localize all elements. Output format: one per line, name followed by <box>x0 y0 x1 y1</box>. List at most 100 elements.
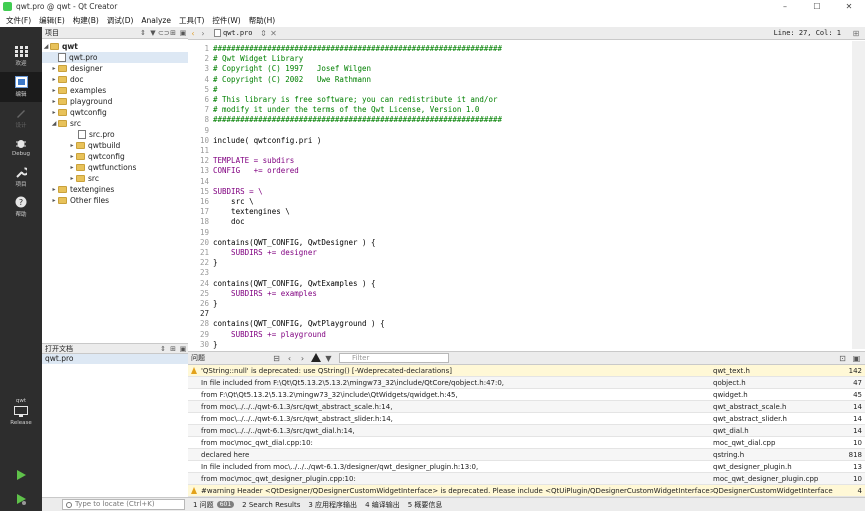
tree-item[interactable]: ◢ qwt <box>42 41 188 52</box>
next-arrow-icon[interactable]: › <box>296 354 309 363</box>
editor-scrollbar[interactable] <box>852 41 865 349</box>
tree-item[interactable]: ▸ examples <box>42 85 188 96</box>
expand-arrow-icon[interactable]: ▸ <box>50 65 58 72</box>
tab-compile-output[interactable]: 4 编译输出 <box>365 500 400 510</box>
open-documents-title: 打开文档 <box>45 344 73 353</box>
issue-row[interactable]: from moc\../../../qwt-6.1.3/src/qwt_abst… <box>188 413 865 425</box>
issue-row[interactable]: declared here qstring.h 818 <box>188 449 865 461</box>
issue-description: from moc\../../../qwt-6.1.3/src/qwt_abst… <box>201 414 393 423</box>
expand-arrow-icon[interactable]: ▸ <box>50 109 58 116</box>
expand-arrow-icon[interactable]: ▸ <box>68 164 76 171</box>
forward-arrow-icon[interactable]: › <box>198 29 208 38</box>
split-editor-icon[interactable]: ⊞ <box>851 29 861 38</box>
mode-welcome[interactable]: 欢迎 <box>0 41 42 71</box>
tab-application-output[interactable]: 3 应用程序输出 <box>308 500 357 510</box>
menu-file[interactable]: 文件(F) <box>2 15 35 26</box>
cursor-position[interactable]: Line: 27, Col: 1 <box>774 29 841 37</box>
tree-item[interactable]: ▸ Other files <box>42 195 188 206</box>
issue-row[interactable]: from moc\moc_qwt_designer_plugin.cpp:10:… <box>188 473 865 485</box>
mode-projects[interactable]: 项目 <box>0 162 42 192</box>
panel-close-icon[interactable]: ▣ <box>850 354 863 363</box>
menu-help[interactable]: 帮助(H) <box>245 15 280 26</box>
run-button[interactable] <box>0 463 42 487</box>
kit-selector[interactable]: qwt Release <box>0 389 42 433</box>
close-icon[interactable]: ▣ <box>178 345 188 353</box>
tree-item[interactable]: ▸ designer <box>42 63 188 74</box>
editor-filename[interactable]: qwt.pro <box>223 29 253 37</box>
mode-help[interactable]: ? 帮助 <box>0 192 42 222</box>
close-button[interactable]: ✕ <box>833 0 865 13</box>
debug-run-button[interactable] <box>0 487 42 511</box>
issue-row[interactable]: from moc\../../../qwt-6.1.3/src/qwt_dial… <box>188 425 865 437</box>
code-line: } <box>213 258 218 268</box>
expand-arrow-icon[interactable]: ▸ <box>68 142 76 149</box>
expand-arrow-icon[interactable]: ▸ <box>50 76 58 83</box>
minimize-button[interactable]: – <box>769 0 801 13</box>
editor-toolbar: ‹ › qwt.pro ⇕ ✕ Line: 27, Col: 1 ⊞ <box>188 27 865 40</box>
warning-filter-icon[interactable] <box>309 352 322 364</box>
tree-item[interactable]: ▸ qwtbuild <box>42 140 188 151</box>
tree-item-label: qwtconfig <box>70 108 107 117</box>
tree-item[interactable]: ▸ qwtfunctions <box>42 162 188 173</box>
expand-arrow-icon[interactable]: ◢ <box>42 43 50 50</box>
issues-filter-input[interactable]: Filter <box>339 353 449 363</box>
link-icon[interactable]: ⊂⊃ <box>158 29 170 37</box>
issue-row[interactable]: In file included from F:\Qt\Qt5.13.2\5.1… <box>188 377 865 389</box>
open-document-item[interactable]: qwt.pro <box>42 354 188 364</box>
issue-row[interactable]: 'QString::null' is deprecated: use QStri… <box>188 365 865 377</box>
menu-tools[interactable]: 工具(T) <box>175 15 208 26</box>
maximize-button[interactable]: ☐ <box>801 0 833 13</box>
tree-item[interactable]: ◢ src <box>42 118 188 129</box>
expand-arrow-icon[interactable]: ◢ <box>50 120 58 127</box>
issue-row[interactable]: from moc\moc_qwt_dial.cpp:10: moc_qwt_dia… <box>188 437 865 449</box>
chevron-updown-icon[interactable]: ⇕ <box>138 29 148 37</box>
split-icon[interactable]: ⊞ <box>168 345 178 353</box>
tree-item[interactable]: ▸ qwtconfig <box>42 107 188 118</box>
tree-item[interactable]: ▸ playground <box>42 96 188 107</box>
panel-expand-icon[interactable]: ⊡ <box>836 354 849 363</box>
menu-edit[interactable]: 编辑(E) <box>35 15 69 26</box>
tree-item[interactable]: ▸ src <box>42 173 188 184</box>
expand-arrow-icon[interactable]: ▸ <box>68 153 76 160</box>
close-icon[interactable]: ▣ <box>178 29 188 37</box>
tree-item[interactable]: ▸ doc <box>42 74 188 85</box>
tree-item[interactable]: src.pro <box>42 129 188 140</box>
prev-arrow-icon[interactable]: ‹ <box>283 354 296 363</box>
filter-icon[interactable]: ▼ <box>322 354 335 363</box>
mode-edit[interactable]: 编辑 <box>0 72 42 102</box>
expand-arrow-icon[interactable]: ▸ <box>50 186 58 193</box>
tab-issues[interactable]: 1 问题 601 <box>193 500 235 510</box>
close-document-icon[interactable]: ✕ <box>269 29 279 38</box>
tree-item[interactable]: ▸ qwtconfig <box>42 151 188 162</box>
mode-design[interactable]: 设计 <box>0 103 42 133</box>
split-icon[interactable]: ⊞ <box>168 29 178 37</box>
expand-arrow-icon[interactable]: ▸ <box>50 98 58 105</box>
menu-widgets[interactable]: 控件(W) <box>208 15 244 26</box>
code-editor[interactable]: ########################################… <box>212 41 852 349</box>
issue-row[interactable]: from moc\../../../qwt-6.1.3/src/qwt_abst… <box>188 401 865 413</box>
line-number: 4 <box>204 74 209 84</box>
issue-description: from moc\moc_qwt_designer_plugin.cpp:10: <box>201 474 356 483</box>
filter-icon[interactable]: ▼ <box>148 29 158 37</box>
status-bar: Type to locate (Ctrl+K) 1 问题 601 2 Searc… <box>42 497 865 511</box>
locator-input[interactable]: Type to locate (Ctrl+K) <box>62 499 185 510</box>
tree-item[interactable]: qwt.pro <box>42 52 188 63</box>
mode-debug[interactable]: Debug <box>0 132 42 162</box>
issue-row[interactable]: #warning Header <QtDesigner/QDesignerCus… <box>188 485 865 497</box>
tree-item[interactable]: ▸ textengines <box>42 184 188 195</box>
expand-arrow-icon[interactable]: ▸ <box>50 87 58 94</box>
menu-build[interactable]: 构建(B) <box>69 15 103 26</box>
chevron-updown-icon[interactable]: ⇕ <box>259 29 269 38</box>
menu-debug[interactable]: 调试(D) <box>103 15 138 26</box>
issue-row[interactable]: In file included from moc\../../../qwt-6… <box>188 461 865 473</box>
chevron-updown-icon[interactable]: ⇕ <box>158 345 168 353</box>
expand-arrow-icon[interactable]: ▸ <box>68 175 76 182</box>
menu-analyze[interactable]: Analyze <box>137 16 175 25</box>
issue-row[interactable]: from F:\Qt\Qt5.13.2\5.13.2\mingw73_32\in… <box>188 389 865 401</box>
tab-search-results[interactable]: 2 Search Results <box>242 501 300 509</box>
clear-icon[interactable]: ⊟ <box>270 354 283 363</box>
back-arrow-icon[interactable]: ‹ <box>188 29 198 38</box>
issues-title: 问题 <box>191 354 205 362</box>
tab-general-messages[interactable]: 5 概要信息 <box>408 500 443 510</box>
expand-arrow-icon[interactable]: ▸ <box>50 197 58 204</box>
